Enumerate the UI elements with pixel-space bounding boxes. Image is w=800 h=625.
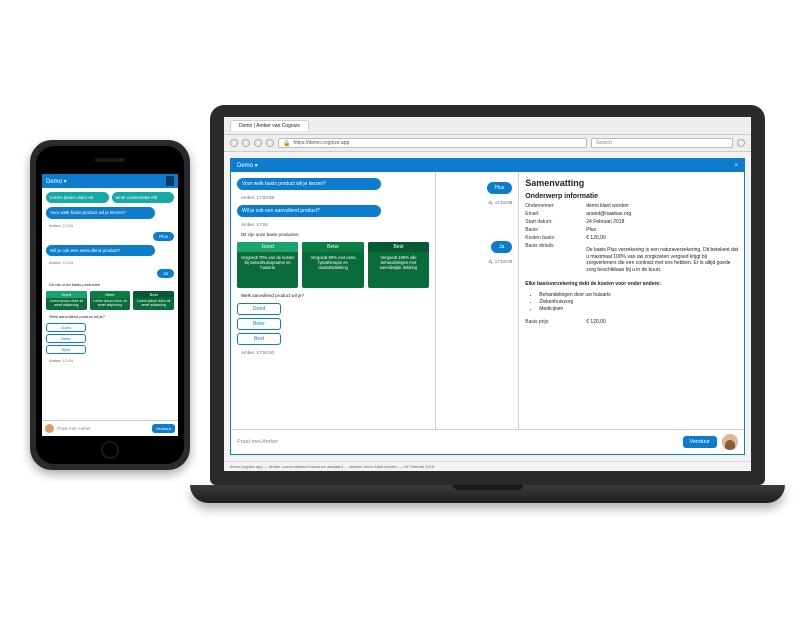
message-meta: Jij, 17:04:09 [488, 259, 512, 264]
option-buttons: Goed Beter Best [46, 323, 86, 354]
phone-frame: Demo ▾ Lorem ipsum dolor sit amet consec… [36, 146, 184, 464]
search-field[interactable]: Search [591, 138, 733, 148]
chat-input[interactable]: Praat met Amber [237, 439, 678, 445]
laptop-base [190, 485, 785, 503]
product-card-beter[interactable]: BeterLorem ipsum dolor sit amet adipisci… [90, 291, 131, 310]
list-item: Behandelingen door uw huisarts [539, 292, 738, 299]
intro-bubble: Lorem ipsum dolor sit [46, 192, 109, 203]
product-card-best[interactable]: BestLorem ipsum dolor sit amet adipiscin… [133, 291, 174, 310]
message-meta: Amber, 17:04:20 [237, 350, 429, 355]
product-card-best[interactable]: BestVergoedt 100% alle behandelingen met… [368, 242, 429, 288]
kv-row: Basis:Plus [525, 227, 738, 233]
list-item: Ziekenhuiszorg [539, 299, 738, 306]
system-message: Wil je ook een aanvullend product? [46, 245, 155, 256]
option-buttons: Goed Beter Best [237, 303, 281, 345]
app-columns: Voor welk basis product wil je kiezen? A… [231, 172, 744, 429]
chat-column: Voor welk basis product wil je kiezen? A… [231, 172, 436, 429]
system-message-plain: Dit zijn onze basis producten [237, 232, 429, 237]
bookmark-icon[interactable] [166, 176, 174, 186]
avatar [722, 434, 738, 450]
summary-bullet-list: Behandelingen door uw huisarts Ziekenhui… [539, 292, 738, 313]
reload-icon[interactable] [254, 139, 262, 147]
avatar [45, 424, 54, 433]
list-item: Medicijnen [539, 306, 738, 313]
option-goed-button[interactable]: Goed [46, 323, 86, 332]
user-message: Plus [487, 182, 513, 194]
kv-row: Ondernemer:demo klant worden [525, 203, 738, 209]
laptop-lid: Demo | Amber van Cognize 🔒https://demo.c… [210, 105, 765, 485]
option-beter-button[interactable]: Beter [46, 334, 86, 343]
kv-row: Kosten basis:€ 120,00 [525, 235, 738, 241]
kv-row: Basis details:De basis Plus verzekering … [525, 243, 738, 277]
url-text: https://demo.cognize.app [293, 140, 349, 146]
message-meta: Amber, 17:04 [46, 260, 174, 265]
system-message-plain: Welk aanvullend product wil je? [46, 314, 174, 319]
product-card-goed[interactable]: GoedLorem ipsum dolor sit amet adipiscin… [46, 291, 87, 310]
option-beter-button[interactable]: Beter [237, 318, 281, 330]
phone-speaker [95, 158, 125, 162]
phone-mockup: Demo ▾ Lorem ipsum dolor sit amet consec… [30, 140, 190, 470]
system-message: Wil je ook een aanvullend product? [237, 205, 381, 217]
browser-status-bar: demo.cognize.app — Amber conversational … [224, 461, 751, 471]
system-message-plain: Welk aanvullend product wil je? [237, 293, 429, 298]
home-button[interactable] [101, 441, 119, 459]
summary-column: Samenvatting Onderwerp informatie Ondern… [518, 172, 744, 429]
desktop-input-bar: Praat met Amber Verstuur [231, 429, 744, 454]
url-field[interactable]: 🔒https://demo.cognize.app [278, 138, 587, 148]
user-message: Ja [157, 269, 174, 278]
product-card-goed[interactable]: GoedVergoedt 70% van de kosten bij zieke… [237, 242, 298, 288]
summary-bold-line: Elke basisverzekering dekt de kosten voo… [525, 281, 738, 288]
app-header: Demo ▾ × [231, 159, 744, 172]
browser-toolbar: 🔒https://demo.cognize.app Search [224, 135, 751, 152]
mobile-input-bar: Praat met Amber Verstuur [42, 420, 178, 436]
forward-icon[interactable] [242, 139, 250, 147]
close-icon[interactable]: × [734, 163, 738, 169]
laptop-screen: Demo | Amber van Cognize 🔒https://demo.c… [224, 117, 751, 471]
option-best-button[interactable]: Best [237, 333, 281, 345]
mobile-header-title[interactable]: Demo ▾ [46, 178, 67, 185]
system-message: Voor welk basis product wil je kiezen? [46, 207, 155, 218]
kv-row: Basis prijs:€ 120,00 [525, 319, 738, 325]
message-meta: Amber, 17:04 [46, 358, 174, 363]
product-card-beter[interactable]: BeterVergoedt 90% met extra fysiotherapi… [302, 242, 363, 288]
menu-icon[interactable] [737, 139, 745, 147]
product-card-row: GoedVergoedt 70% van de kosten bij zieke… [237, 242, 429, 288]
message-meta: Amber, 17:04 [237, 222, 429, 227]
message-meta: Jij, 17:03:59 [488, 200, 512, 205]
phone-top-bezel [36, 146, 184, 174]
user-message: Ja [491, 241, 512, 253]
message-meta: Amber, 17:04 [46, 223, 174, 228]
system-message-plain: Dit zijn onze basis producten [46, 282, 174, 287]
system-message: Voor welk basis product wil je kiezen? [237, 178, 381, 190]
kv-row: Start datum:24 Februari 2018 [525, 219, 738, 225]
user-message: Plus [153, 232, 174, 241]
browser-tab-bar: Demo | Amber van Cognize [224, 117, 751, 135]
app-header-title[interactable]: Demo ▾ [237, 162, 258, 169]
back-icon[interactable] [230, 139, 238, 147]
mobile-chat-body: Lorem ipsum dolor sit amet consectetur e… [42, 188, 178, 420]
intro-bubble: amet consectetur elit [112, 192, 175, 203]
chat-input[interactable]: Praat met Amber [57, 426, 149, 431]
summary-title: Samenvatting [525, 178, 738, 188]
browser-tab[interactable]: Demo | Amber van Cognize [230, 120, 309, 131]
app-container: Demo ▾ × Voor welk basis product wil je … [230, 158, 745, 455]
message-meta: Amber, 17:03:59 [237, 195, 429, 200]
summary-section-heading: Onderwerp informatie [525, 193, 738, 200]
kv-row: Email:anand@nawbas.org [525, 211, 738, 217]
phone-bottom-bezel [36, 436, 184, 464]
option-goed-button[interactable]: Goed [237, 303, 281, 315]
option-best-button[interactable]: Best [46, 345, 86, 354]
laptop-mockup: Demo | Amber van Cognize 🔒https://demo.c… [210, 105, 765, 503]
mobile-app-header: Demo ▾ [42, 174, 178, 188]
product-card-row: GoedLorem ipsum dolor sit amet adipiscin… [46, 291, 174, 310]
response-column: Plus Jij, 17:03:59 Ja Jij, 17:04:09 [436, 172, 518, 429]
send-button[interactable]: Verstuur [683, 436, 717, 448]
send-button[interactable]: Verstuur [152, 424, 175, 433]
phone-screen: Demo ▾ Lorem ipsum dolor sit amet consec… [42, 174, 178, 436]
lock-icon: 🔒 [283, 140, 290, 147]
home-icon[interactable] [266, 139, 274, 147]
